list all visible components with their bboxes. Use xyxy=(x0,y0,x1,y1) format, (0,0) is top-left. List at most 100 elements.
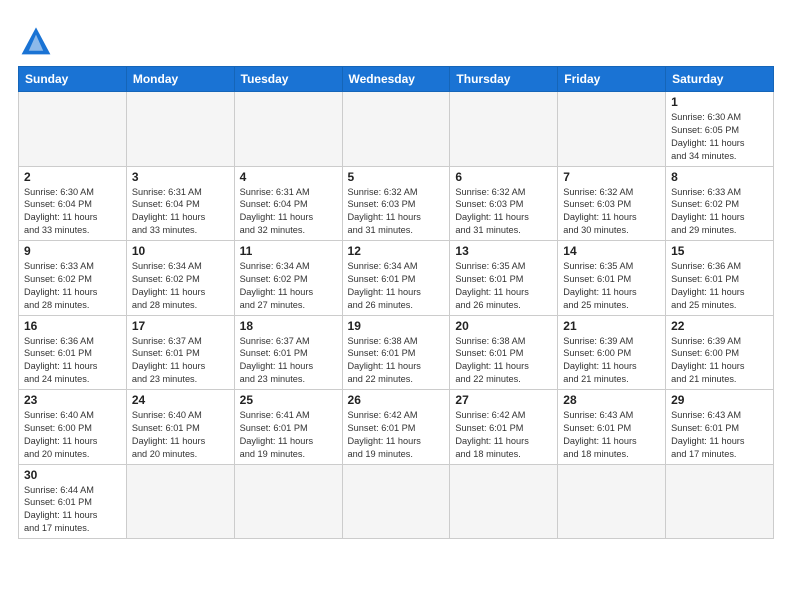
day-number: 15 xyxy=(671,244,768,258)
calendar-cell xyxy=(450,464,558,539)
week-row-2: 9Sunrise: 6:33 AM Sunset: 6:02 PM Daylig… xyxy=(19,241,774,316)
day-number: 16 xyxy=(24,319,121,333)
week-row-4: 23 Sunrise: 6:40 AM Sunset: 6:00 PM Dayli… xyxy=(19,390,774,465)
page: SundayMondayTuesdayWednesdayThursdayFrid… xyxy=(0,0,792,612)
calendar-cell: 11 Sunrise: 6:34 AM Sunset: 6:02 PM Dayli… xyxy=(234,241,342,316)
calendar-cell: 13 Sunrise: 6:35 AM Sunset: 6:01 PM Dayli… xyxy=(450,241,558,316)
col-header-thursday: Thursday xyxy=(450,67,558,92)
calendar-cell: 20Sunrise: 6:38 AM Sunset: 6:01 PM Dayli… xyxy=(450,315,558,390)
day-number: 24 xyxy=(132,393,229,407)
calendar-header-row: SundayMondayTuesdayWednesdayThursdayFrid… xyxy=(19,67,774,92)
day-number: 6 xyxy=(455,170,552,184)
day-info: Sunrise: 6:36 AM Sunset: 6:01 PM Dayligh… xyxy=(24,335,121,387)
day-number: 8 xyxy=(671,170,768,184)
calendar-cell: 19 Sunrise: 6:38 AM Sunset: 6:01 PM Dayli… xyxy=(342,315,450,390)
day-number: 19 xyxy=(348,319,445,333)
calendar-cell: 28 Sunrise: 6:43 AM Sunset: 6:01 PM Dayli… xyxy=(558,390,666,465)
col-header-saturday: Saturday xyxy=(666,67,774,92)
day-number: 18 xyxy=(240,319,337,333)
calendar-cell xyxy=(126,92,234,167)
day-info: Sunrise: 6:38 AM Sunset: 6:01 PM Dayligh… xyxy=(348,335,445,387)
day-number: 14 xyxy=(563,244,660,258)
day-number: 1 xyxy=(671,95,768,109)
day-number: 3 xyxy=(132,170,229,184)
calendar-cell: 22 Sunrise: 6:39 AM Sunset: 6:00 PM Dayli… xyxy=(666,315,774,390)
day-info: Sunrise: 6:32 AM Sunset: 6:03 PM Dayligh… xyxy=(455,186,552,238)
logo xyxy=(18,22,58,58)
day-number: 13 xyxy=(455,244,552,258)
col-header-sunday: Sunday xyxy=(19,67,127,92)
calendar-cell xyxy=(450,92,558,167)
day-info: Sunrise: 6:40 AM Sunset: 6:00 PM Dayligh… xyxy=(24,409,121,461)
day-number: 17 xyxy=(132,319,229,333)
day-number: 23 xyxy=(24,393,121,407)
week-row-1: 2Sunrise: 6:30 AM Sunset: 6:04 PM Daylig… xyxy=(19,166,774,241)
calendar-cell xyxy=(342,92,450,167)
calendar-cell: 9Sunrise: 6:33 AM Sunset: 6:02 PM Daylig… xyxy=(19,241,127,316)
day-info: Sunrise: 6:43 AM Sunset: 6:01 PM Dayligh… xyxy=(671,409,768,461)
calendar-cell: 26 Sunrise: 6:42 AM Sunset: 6:01 PM Dayli… xyxy=(342,390,450,465)
day-number: 30 xyxy=(24,468,121,482)
day-number: 28 xyxy=(563,393,660,407)
calendar-cell: 17Sunrise: 6:37 AM Sunset: 6:01 PM Dayli… xyxy=(126,315,234,390)
calendar-cell: 10 Sunrise: 6:34 AM Sunset: 6:02 PM Dayli… xyxy=(126,241,234,316)
day-info: Sunrise: 6:33 AM Sunset: 6:02 PM Dayligh… xyxy=(671,186,768,238)
day-number: 10 xyxy=(132,244,229,258)
calendar-cell: 24Sunrise: 6:40 AM Sunset: 6:01 PM Dayli… xyxy=(126,390,234,465)
week-row-3: 16 Sunrise: 6:36 AM Sunset: 6:01 PM Dayli… xyxy=(19,315,774,390)
day-info: Sunrise: 6:34 AM Sunset: 6:02 PM Dayligh… xyxy=(240,260,337,312)
day-info: Sunrise: 6:32 AM Sunset: 6:03 PM Dayligh… xyxy=(563,186,660,238)
day-info: Sunrise: 6:33 AM Sunset: 6:02 PM Dayligh… xyxy=(24,260,121,312)
calendar-cell: 27 Sunrise: 6:42 AM Sunset: 6:01 PM Dayli… xyxy=(450,390,558,465)
week-row-5: 30Sunrise: 6:44 AM Sunset: 6:01 PM Dayli… xyxy=(19,464,774,539)
day-info: Sunrise: 6:32 AM Sunset: 6:03 PM Dayligh… xyxy=(348,186,445,238)
calendar-cell: 25 Sunrise: 6:41 AM Sunset: 6:01 PM Dayli… xyxy=(234,390,342,465)
calendar-cell: 5 Sunrise: 6:32 AM Sunset: 6:03 PM Daylig… xyxy=(342,166,450,241)
day-info: Sunrise: 6:35 AM Sunset: 6:01 PM Dayligh… xyxy=(455,260,552,312)
day-number: 22 xyxy=(671,319,768,333)
day-number: 25 xyxy=(240,393,337,407)
calendar-cell: 21Sunrise: 6:39 AM Sunset: 6:00 PM Dayli… xyxy=(558,315,666,390)
calendar-cell xyxy=(558,464,666,539)
calendar-cell xyxy=(126,464,234,539)
col-header-monday: Monday xyxy=(126,67,234,92)
calendar-cell: 7 Sunrise: 6:32 AM Sunset: 6:03 PM Daylig… xyxy=(558,166,666,241)
calendar-cell: 30Sunrise: 6:44 AM Sunset: 6:01 PM Dayli… xyxy=(19,464,127,539)
calendar-cell: 3 Sunrise: 6:31 AM Sunset: 6:04 PM Daylig… xyxy=(126,166,234,241)
header xyxy=(18,18,774,58)
day-number: 11 xyxy=(240,244,337,258)
day-info: Sunrise: 6:39 AM Sunset: 6:00 PM Dayligh… xyxy=(671,335,768,387)
calendar-cell: 2Sunrise: 6:30 AM Sunset: 6:04 PM Daylig… xyxy=(19,166,127,241)
calendar-cell: 16 Sunrise: 6:36 AM Sunset: 6:01 PM Dayli… xyxy=(19,315,127,390)
day-number: 4 xyxy=(240,170,337,184)
day-info: Sunrise: 6:34 AM Sunset: 6:02 PM Dayligh… xyxy=(132,260,229,312)
col-header-tuesday: Tuesday xyxy=(234,67,342,92)
calendar-cell xyxy=(234,92,342,167)
day-info: Sunrise: 6:41 AM Sunset: 6:01 PM Dayligh… xyxy=(240,409,337,461)
calendar-cell: 6 Sunrise: 6:32 AM Sunset: 6:03 PM Daylig… xyxy=(450,166,558,241)
calendar-cell: 14 Sunrise: 6:35 AM Sunset: 6:01 PM Dayli… xyxy=(558,241,666,316)
calendar-cell: 23 Sunrise: 6:40 AM Sunset: 6:00 PM Dayli… xyxy=(19,390,127,465)
day-info: Sunrise: 6:37 AM Sunset: 6:01 PM Dayligh… xyxy=(240,335,337,387)
day-number: 26 xyxy=(348,393,445,407)
col-header-wednesday: Wednesday xyxy=(342,67,450,92)
calendar-cell xyxy=(19,92,127,167)
col-header-friday: Friday xyxy=(558,67,666,92)
day-info: Sunrise: 6:42 AM Sunset: 6:01 PM Dayligh… xyxy=(348,409,445,461)
calendar-cell xyxy=(666,464,774,539)
day-number: 27 xyxy=(455,393,552,407)
calendar-cell: 12Sunrise: 6:34 AM Sunset: 6:01 PM Dayli… xyxy=(342,241,450,316)
day-info: Sunrise: 6:42 AM Sunset: 6:01 PM Dayligh… xyxy=(455,409,552,461)
logo-icon xyxy=(18,22,54,58)
week-row-0: 1Sunrise: 6:30 AM Sunset: 6:05 PM Daylig… xyxy=(19,92,774,167)
day-number: 5 xyxy=(348,170,445,184)
day-info: Sunrise: 6:31 AM Sunset: 6:04 PM Dayligh… xyxy=(240,186,337,238)
calendar: SundayMondayTuesdayWednesdayThursdayFrid… xyxy=(18,66,774,539)
calendar-cell xyxy=(558,92,666,167)
day-info: Sunrise: 6:43 AM Sunset: 6:01 PM Dayligh… xyxy=(563,409,660,461)
day-info: Sunrise: 6:39 AM Sunset: 6:00 PM Dayligh… xyxy=(563,335,660,387)
day-info: Sunrise: 6:31 AM Sunset: 6:04 PM Dayligh… xyxy=(132,186,229,238)
day-info: Sunrise: 6:35 AM Sunset: 6:01 PM Dayligh… xyxy=(563,260,660,312)
day-number: 7 xyxy=(563,170,660,184)
calendar-cell: 18 Sunrise: 6:37 AM Sunset: 6:01 PM Dayli… xyxy=(234,315,342,390)
